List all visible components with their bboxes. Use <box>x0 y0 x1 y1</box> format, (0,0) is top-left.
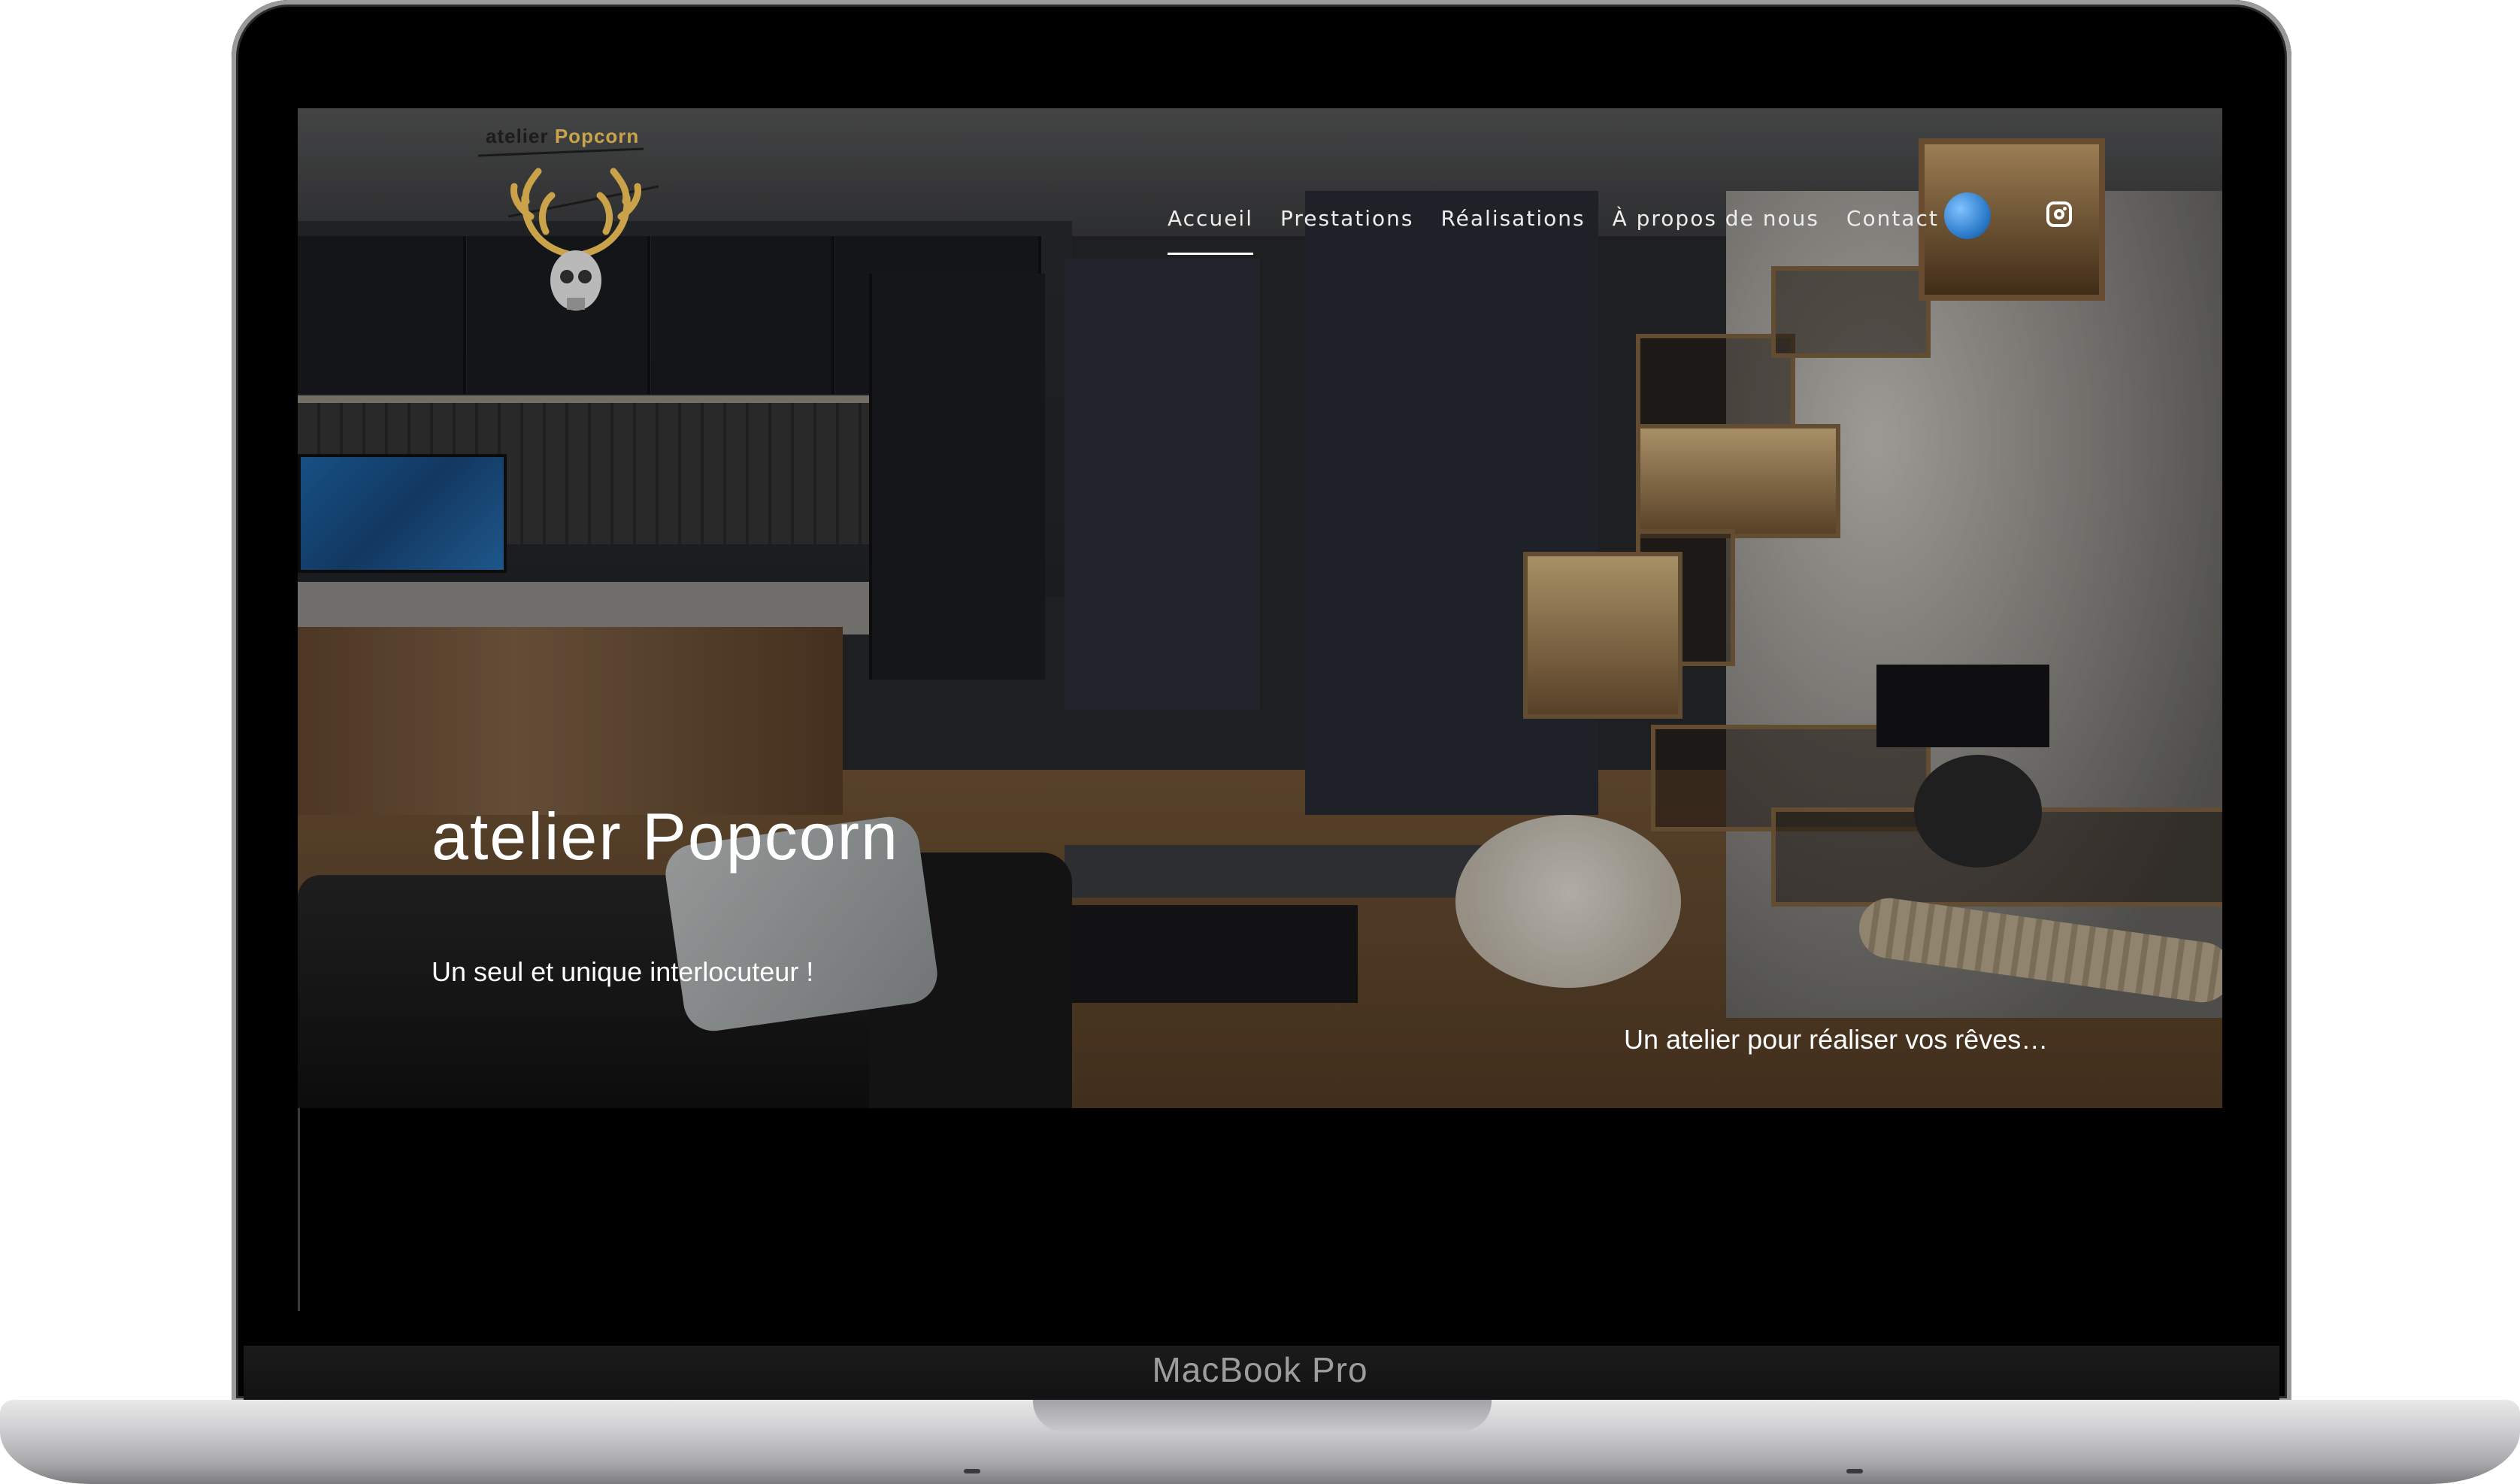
device-model-label: MacBook Pro <box>1152 1350 1368 1389</box>
nav-item-realisations[interactable]: Réalisations <box>1440 206 1585 231</box>
nav-item-prestations[interactable]: Prestations <box>1280 206 1413 231</box>
nav-item-contact[interactable]: Contact <box>1846 206 1939 231</box>
logo-wordmark: atelier Popcorn <box>486 125 639 148</box>
laptop-foot-right <box>1846 1469 1863 1473</box>
globe-icon[interactable] <box>1944 192 1991 239</box>
instagram-icon[interactable] <box>2046 201 2072 227</box>
main-navigation: Accueil Prestations Réalisations À propo… <box>1168 206 1939 255</box>
page-below-hero <box>298 1108 2225 1311</box>
logo-wordmark-accent: Popcorn <box>554 125 640 147</box>
nav-item-a-propos[interactable]: À propos de nous <box>1613 206 1819 231</box>
hero-title: atelier Popcorn <box>432 799 899 874</box>
nav-item-accueil[interactable]: Accueil <box>1168 206 1253 255</box>
website-screen: atelier Popcorn Accueil Prestations Réal… <box>298 108 2222 1108</box>
logo-wordmark-primary: atelier <box>486 125 549 147</box>
laptop-foot-left <box>964 1469 980 1473</box>
hero-tagline: Un atelier pour réaliser vos rêves… <box>1624 1024 2049 1055</box>
laptop-opening-notch <box>1033 1400 1492 1431</box>
site-logo[interactable] <box>462 126 659 337</box>
hero-subtitle: Un seul et unique interlocuteur ! <box>432 956 814 987</box>
